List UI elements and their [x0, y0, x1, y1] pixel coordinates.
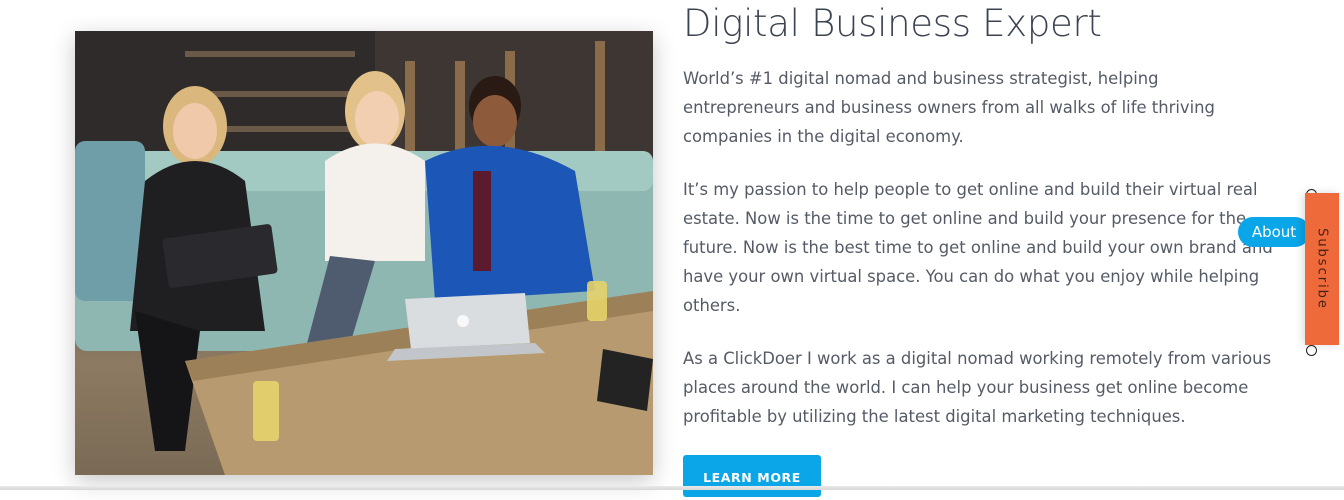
passion-paragraph: It’s my passion to help people to get on…	[683, 180, 1273, 315]
learn-more-button[interactable]: LEARN MORE	[683, 455, 821, 497]
subscribe-tab[interactable]: Subscribe	[1305, 193, 1339, 345]
section-title: Digital Business Expert	[683, 2, 1102, 45]
intro-paragraph: World’s #1 digital nomad and business st…	[683, 69, 1215, 146]
page-bottom-divider	[0, 486, 1344, 490]
subscribe-tab-label: Subscribe	[1314, 228, 1330, 310]
team-photo-illustration	[75, 31, 653, 475]
side-nav-about-label[interactable]: About	[1238, 217, 1310, 247]
team-photo	[75, 31, 653, 475]
side-nav-dot-bottom[interactable]	[1306, 345, 1317, 356]
clickdoer-paragraph: As a ClickDoer I work as a digital nomad…	[683, 349, 1272, 426]
